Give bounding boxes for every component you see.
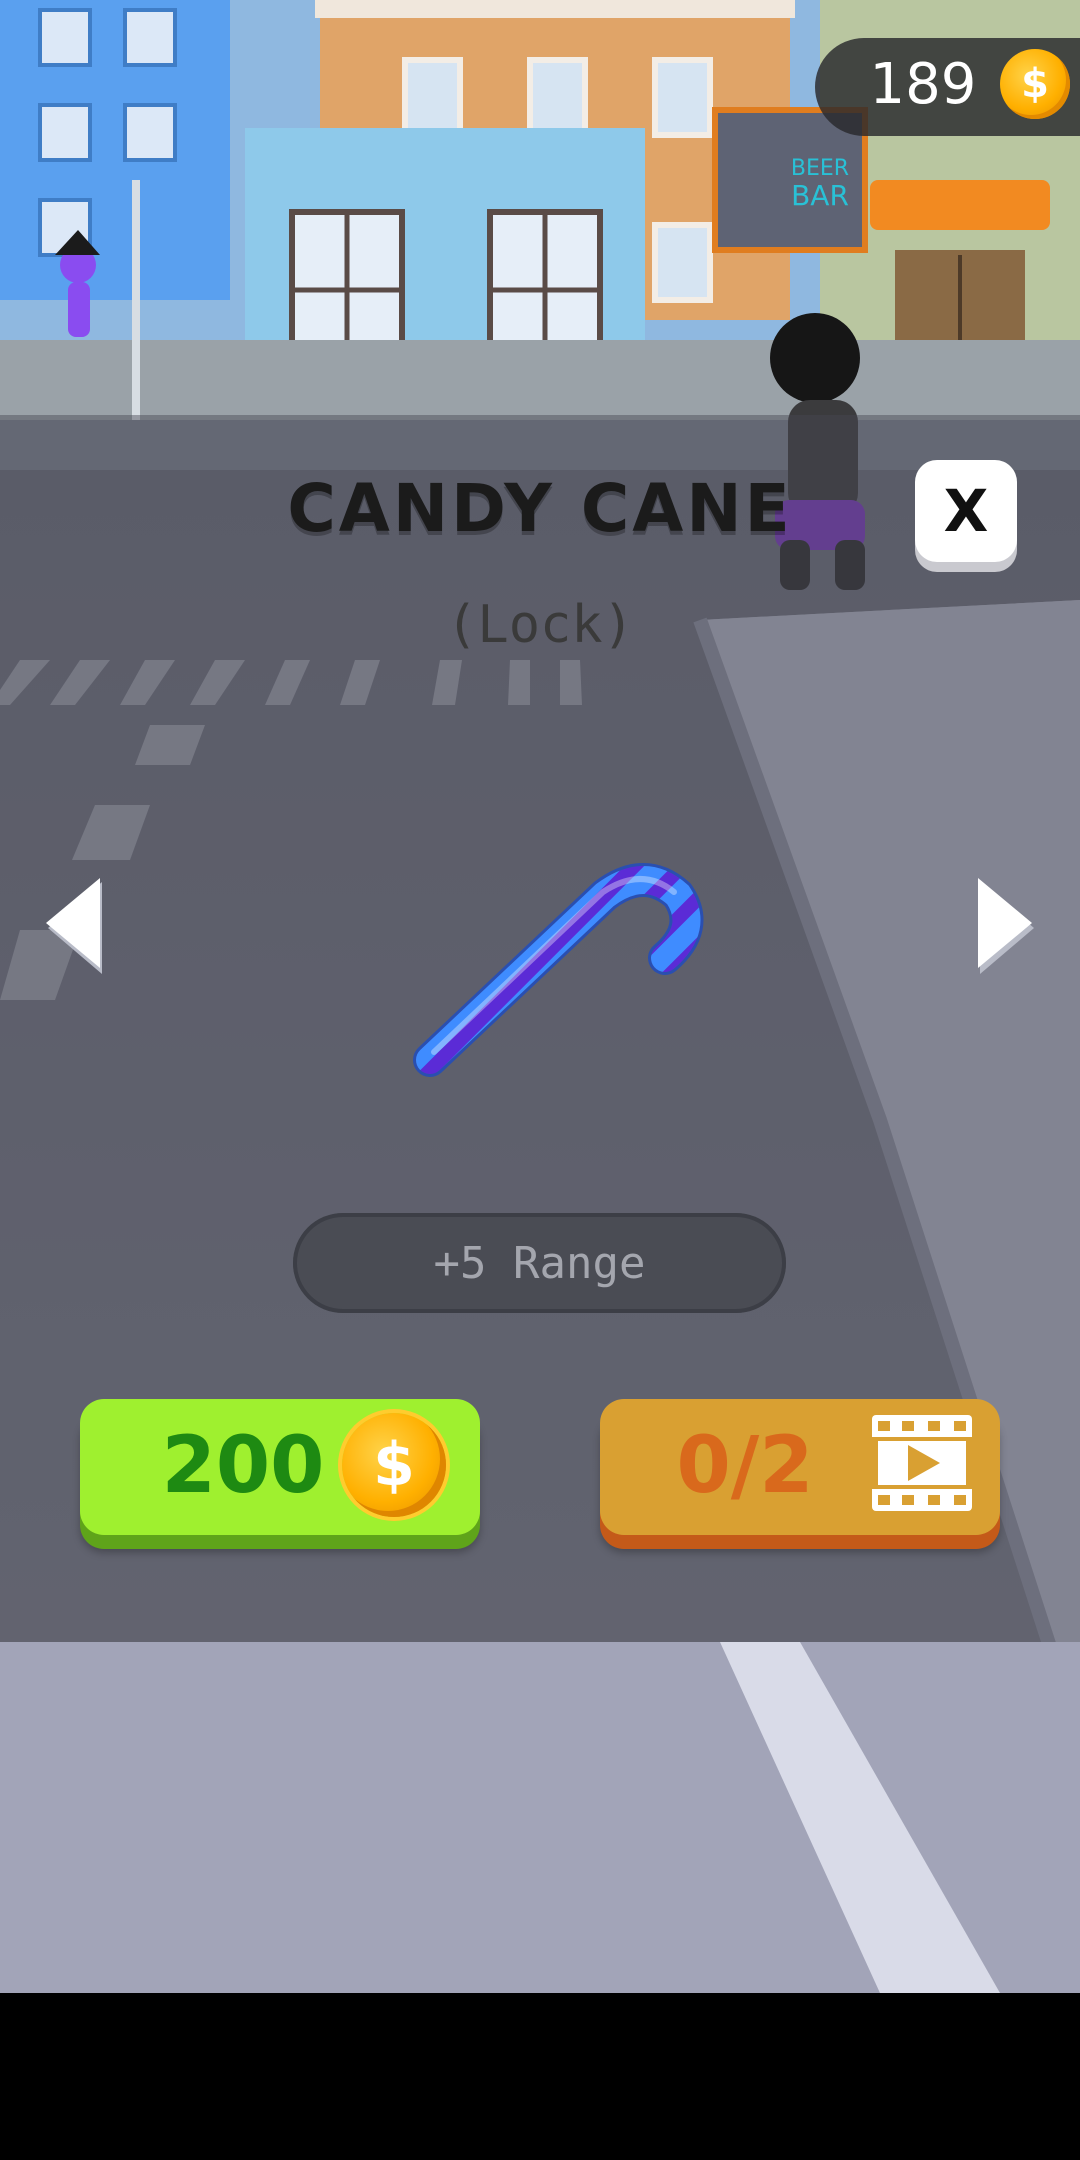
buy-coin-symbol: $ (373, 1430, 415, 1500)
video-play-icon (872, 1415, 972, 1511)
beer-sign-line1: BEER (791, 156, 849, 181)
buy-with-coins-button[interactable]: 200 $ (80, 1399, 480, 1535)
coin-balance-count: 189 (869, 52, 977, 117)
candy-cane-item-preview (413, 863, 704, 1077)
chevron-right-icon (978, 878, 1034, 974)
buy-price: 200 (161, 1421, 325, 1511)
item-stat-badge: +5 Range (293, 1213, 786, 1313)
coin-icon: $ (342, 1413, 446, 1517)
watch-ad-button[interactable]: 0/2 (600, 1399, 1000, 1535)
item-stat-text: +5 Range (433, 1237, 646, 1289)
close-button[interactable]: X (915, 460, 1017, 562)
chevron-left-icon (46, 878, 102, 974)
coin-symbol: $ (1021, 61, 1049, 107)
item-title: CANDY CANE (287, 470, 793, 547)
previous-item-button[interactable] (42, 878, 112, 988)
next-item-button[interactable] (970, 878, 1040, 988)
system-navigation-bar (0, 1993, 1080, 2160)
item-lock-status: (Lock) (446, 595, 634, 655)
coin-icon: $ (1000, 49, 1070, 119)
ad-progress: 0/2 (676, 1421, 814, 1511)
beer-sign-line2: BAR (791, 179, 849, 212)
